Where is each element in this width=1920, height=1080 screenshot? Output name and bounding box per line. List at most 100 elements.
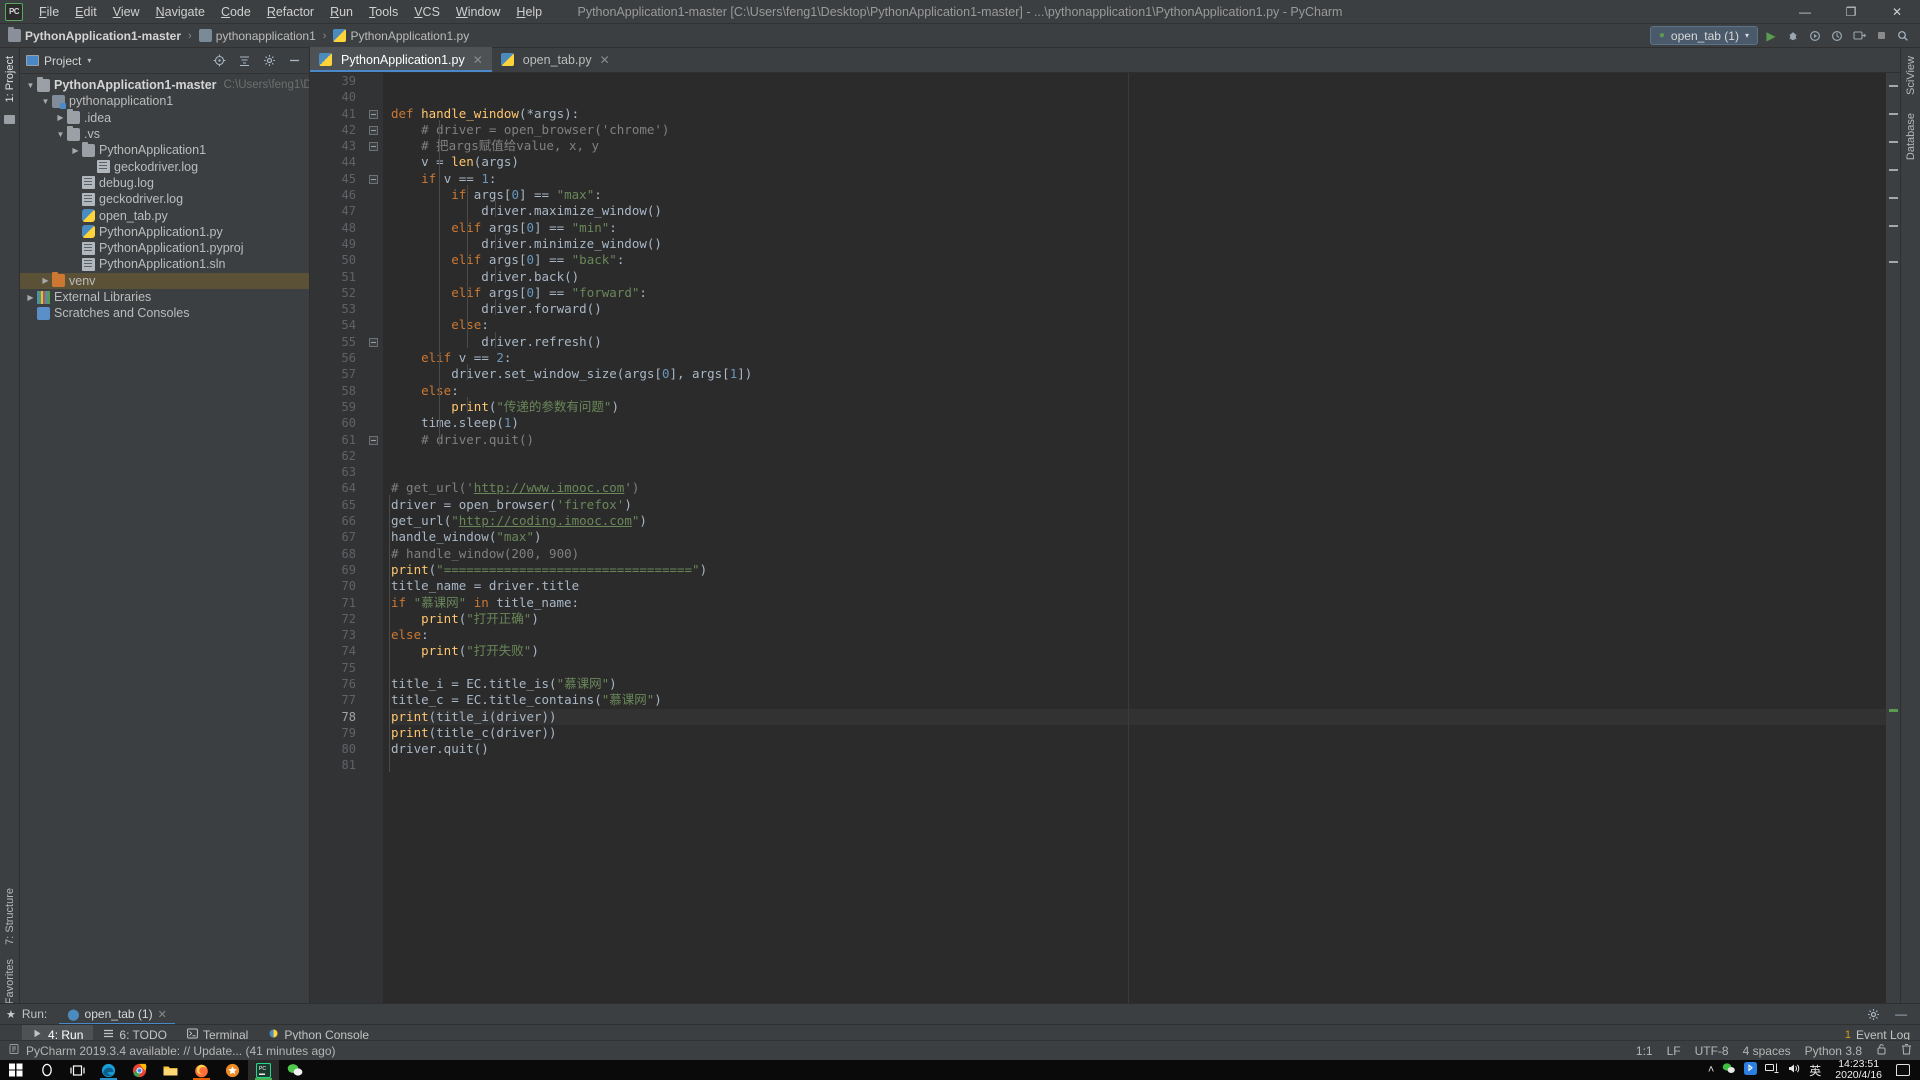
error-stripe[interactable] [1886, 73, 1900, 1024]
tree-item-pythonapplication1-sln[interactable]: PythonApplication1.sln [20, 256, 309, 272]
collapse-all-icon[interactable] [235, 52, 253, 70]
breadcrumb[interactable]: PythonApplication1-master › pythonapplicat… [6, 27, 471, 43]
chevron-down-icon[interactable]: ▼ [24, 81, 37, 90]
code-line-79[interactable]: print(title_c(driver)) [391, 725, 1886, 741]
editor-tab-bar[interactable]: PythonApplication1.py ✕ open_tab.py ✕ [310, 47, 1900, 73]
fold-marker-line-45[interactable] [369, 174, 378, 184]
menu-refactor[interactable]: Refactor [259, 3, 322, 21]
code-line-51[interactable]: driver.back() [391, 269, 1886, 285]
trash-icon[interactable] [1901, 1043, 1912, 1058]
stop-button[interactable] [1872, 27, 1890, 45]
code-line-54[interactable]: else: [391, 317, 1886, 333]
chevron-down-icon[interactable]: ▾ [87, 56, 91, 65]
close-icon[interactable]: ✕ [158, 1008, 167, 1021]
code-line-55[interactable]: driver.refresh() [391, 334, 1886, 350]
code-line-72[interactable]: print("打开正确") [391, 611, 1886, 627]
line-separator[interactable]: LF [1667, 1044, 1681, 1058]
code-line-66[interactable]: get_url("http://coding.imooc.com") [391, 513, 1886, 529]
menu-help[interactable]: Help [508, 3, 550, 21]
taskbar-clock[interactable]: 14:23:51 2020/4/16 [1829, 1058, 1888, 1080]
code-line-64[interactable]: # get_url('http://www.imooc.com') [391, 480, 1886, 496]
chevron-right-icon[interactable]: ▶ [24, 293, 37, 302]
volume-icon[interactable] [1787, 1062, 1801, 1078]
code-line-49[interactable]: driver.minimize_window() [391, 236, 1886, 252]
code-line-60[interactable]: time.sleep(1) [391, 415, 1886, 431]
taskbar-task-view[interactable] [62, 1060, 93, 1080]
sidebar-item-database[interactable]: Database [1905, 109, 1917, 164]
code-line-48[interactable]: elif args[0] == "min": [391, 220, 1886, 236]
code-line-42[interactable]: # driver = open_browser('chrome') [391, 122, 1886, 138]
tree-item-external-libraries[interactable]: ▶ External Libraries [20, 289, 309, 305]
code-line-46[interactable]: if args[0] == "max": [391, 187, 1886, 203]
code-line-59[interactable]: print("传递的参数有问题") [391, 399, 1886, 415]
code-line-62[interactable] [391, 448, 1886, 464]
taskbar-app-orange[interactable] [217, 1060, 248, 1080]
code-line-80[interactable]: driver.quit() [391, 741, 1886, 757]
tree-item-pythonapplication1-master[interactable]: ▼ PythonApplication1-master C:\Users\feng1… [20, 76, 309, 93]
bluetooth-icon[interactable] [1744, 1062, 1758, 1078]
tree-item-scratches-and-consoles[interactable]: Scratches and Consoles [20, 305, 309, 321]
taskbar-edge-browser[interactable] [93, 1060, 124, 1080]
code-line-69[interactable]: print("=================================… [391, 562, 1886, 578]
menu-edit[interactable]: Edit [67, 3, 105, 21]
run-session-tab[interactable]: ⬤ open_tab (1) ✕ [59, 1004, 175, 1025]
code-line-47[interactable]: driver.maximize_window() [391, 203, 1886, 219]
maximize-button[interactable]: ❐ [1828, 0, 1874, 24]
favorites-star-icon[interactable]: ★ [6, 1008, 16, 1021]
code-line-40[interactable] [391, 89, 1886, 105]
breadcrumb-item-1[interactable]: pythonapplication1 [197, 29, 318, 43]
code-line-57[interactable]: driver.set_window_size(args[0], args[1]) [391, 366, 1886, 382]
debug-button[interactable] [1784, 27, 1802, 45]
fold-marker-line-55[interactable] [369, 337, 378, 347]
breadcrumb-item-2[interactable]: PythonApplication1.py [331, 29, 471, 43]
network-icon[interactable] [1765, 1062, 1779, 1078]
menu-window[interactable]: Window [448, 3, 508, 21]
run-configuration-selector[interactable]: ● open_tab (1) ▾ [1649, 26, 1758, 45]
code-line-53[interactable]: driver.forward() [391, 301, 1886, 317]
status-message[interactable]: PyCharm 2019.3.4 available: // Update...… [26, 1044, 336, 1058]
profile-button[interactable] [1828, 27, 1846, 45]
tree-item-pythonapplication1-pyproj[interactable]: PythonApplication1.pyproj [20, 240, 309, 256]
taskbar-start-button[interactable] [0, 1060, 31, 1080]
code-line-63[interactable] [391, 464, 1886, 480]
taskbar-file-explorer[interactable] [155, 1060, 186, 1080]
taskbar-wechat-app[interactable] [279, 1060, 310, 1080]
code-line-43[interactable]: # 把args赋值给value, x, y [391, 138, 1886, 154]
project-tree[interactable]: ▼ PythonApplication1-master C:\Users\feng1… [20, 74, 309, 1024]
menu-tools[interactable]: Tools [361, 3, 406, 21]
code-line-77[interactable]: title_c = EC.title_contains("慕课网") [391, 692, 1886, 708]
code-content[interactable]: def handle_window(*args): # driver = ope… [383, 73, 1886, 1024]
code-line-73[interactable]: else: [391, 627, 1886, 643]
code-line-81[interactable] [391, 757, 1886, 773]
breadcrumb-item-0[interactable]: PythonApplication1-master [6, 27, 183, 43]
wechat-tray-icon[interactable] [1722, 1062, 1736, 1078]
hide-panel-icon[interactable]: — [1892, 1005, 1910, 1023]
editor-tab-pythonapplication1-py[interactable]: PythonApplication1.py ✕ [310, 47, 492, 72]
fold-marker-line-42[interactable] [369, 125, 378, 135]
close-button[interactable]: ✕ [1874, 0, 1920, 24]
editor[interactable]: 39 40 41 42 43 44 45 46 47 48 49 50 51 52 53 54 55 56 57 58… [310, 73, 1900, 1024]
fold-marker-line-61[interactable] [369, 435, 378, 445]
chevron-down-icon[interactable]: ▼ [54, 130, 67, 139]
menu-view[interactable]: View [105, 3, 148, 21]
tray-expand-icon[interactable]: ˄ [1708, 1064, 1714, 1076]
code-line-76[interactable]: title_i = EC.title_is("慕课网") [391, 676, 1886, 692]
code-line-68[interactable]: # handle_window(200, 900) [391, 546, 1886, 562]
tree-item-geckodriver-log[interactable]: geckodriver.log [20, 158, 309, 174]
code-line-58[interactable]: else: [391, 383, 1886, 399]
file-encoding[interactable]: UTF-8 [1695, 1044, 1729, 1058]
hide-panel-icon[interactable] [285, 52, 303, 70]
code-line-75[interactable] [391, 660, 1886, 676]
code-line-44[interactable]: v = len(args) [391, 154, 1886, 170]
close-icon[interactable]: ✕ [473, 53, 483, 67]
attach-button[interactable] [1850, 27, 1868, 45]
code-line-56[interactable]: elif v == 2: [391, 350, 1886, 366]
folder-icon[interactable] [4, 115, 15, 125]
ime-indicator[interactable]: 英 [1809, 1062, 1821, 1079]
tree-item-geckodriver-log[interactable]: geckodriver.log [20, 191, 309, 207]
sidebar-item-sciview[interactable]: SciView [1905, 52, 1917, 99]
tree-item-venv[interactable]: ▶ venv [20, 272, 309, 289]
code-line-67[interactable]: handle_window("max") [391, 529, 1886, 545]
gear-icon[interactable] [1864, 1005, 1882, 1023]
indent-setting[interactable]: 4 spaces [1743, 1044, 1791, 1058]
